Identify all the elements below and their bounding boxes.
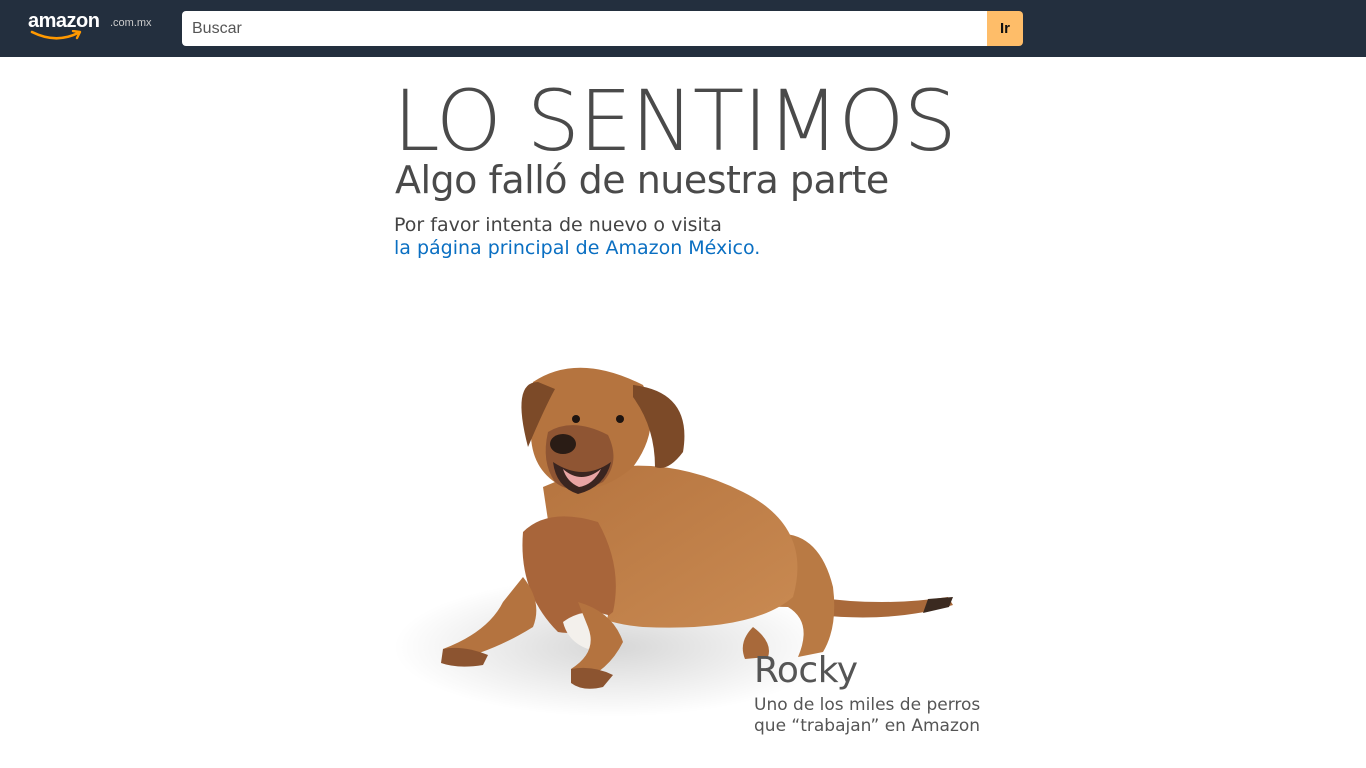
dog-caption: Rocky Uno de los miles de perros que “tr… bbox=[754, 651, 984, 737]
amazon-logo-link[interactable]: amazon .com.mx bbox=[28, 10, 158, 44]
error-message-text: Por favor intenta de nuevo o visita bbox=[394, 214, 722, 236]
error-headline: LO SENTIMOS bbox=[393, 72, 957, 170]
dog-description: Uno de los miles de perros que “trabajan… bbox=[754, 695, 981, 736]
search-form: Ir bbox=[182, 11, 1023, 46]
search-input[interactable] bbox=[182, 11, 987, 46]
error-subheadline: Algo falló de nuestra parte bbox=[395, 158, 889, 202]
top-navigation-bar: amazon .com.mx Ir bbox=[0, 0, 1366, 57]
error-content: LO SENTIMOS Algo falló de nuestra parte … bbox=[393, 57, 993, 768]
amazon-smile-icon bbox=[30, 30, 82, 40]
dog-name: Rocky bbox=[754, 650, 858, 691]
search-go-button[interactable]: Ir bbox=[987, 11, 1023, 46]
amazon-logo-domain: .com.mx bbox=[110, 17, 152, 29]
error-message: Por favor intenta de nuevo o visita la p… bbox=[394, 214, 760, 260]
amazon-mexico-home-link[interactable]: la página principal de Amazon México. bbox=[394, 237, 760, 259]
